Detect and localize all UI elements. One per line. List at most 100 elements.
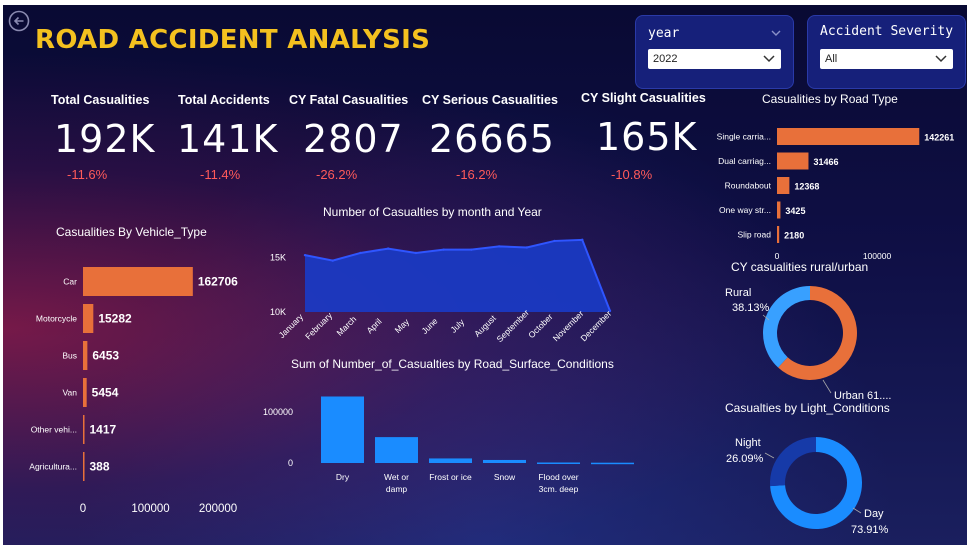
data-label: 388 [90,460,110,474]
category-label: Roundabout [725,181,772,191]
leader-line [822,379,832,394]
kpi-slight-value: 165K [596,115,698,159]
severity-slicer-label: Accident Severity [820,24,954,39]
tick-label: 0 [288,458,293,468]
bar [777,226,780,243]
data-point [442,248,445,251]
kpi-fatal-value: 2807 [303,117,404,161]
road-type-chart-title: Casualities by Road Type [762,92,898,106]
tick-label: 200000 [199,503,237,515]
data-label: Night [735,437,761,449]
tick-label: June [419,316,439,336]
tick-label: Wet or [384,472,409,482]
data-point [331,259,334,262]
bar [777,128,920,145]
data-point [414,251,418,255]
chevron-down-icon[interactable] [771,28,781,38]
back-arrow-icon[interactable] [8,10,30,32]
year-slicer-label: year [648,26,680,41]
data-label: 38.13% [732,302,770,314]
bar [83,452,85,481]
severity-dropdown[interactable]: All [820,49,953,69]
light-conditions-chart-title: Casualties by Light_Conditions [725,401,890,415]
kpi-serious-label: CY Serious Casualities [422,93,558,107]
kpi-fatal-label: CY Fatal Casualities [289,93,409,107]
kpi-total-accidents-value: 141K [177,117,279,161]
category-label: Single carria... [717,132,771,142]
tick-label: December [578,308,613,343]
data-point [303,253,307,257]
bar [777,201,781,219]
tick-label: Flood over [538,472,578,482]
dashboard-canvas: ROAD ACCIDENT ANALYSIS year 2022 Acciden… [3,5,967,545]
data-label: 162706 [198,275,238,289]
category-label: Motorcycle [36,314,77,324]
bar [537,462,580,464]
category-label: Car [63,277,77,287]
data-point [497,245,501,248]
tick-label: Dry [336,472,350,482]
year-slicer[interactable]: year 2022 [635,15,794,89]
kpi-total-accidents-change: -11.4% [200,167,241,182]
tick-label: 100000 [263,407,293,417]
tick-label: 3cm. deep [539,484,579,494]
data-label: 15282 [98,312,132,326]
leader-line [764,452,775,459]
rural-urban-donut: Rural 38.13% Urban 61.... [725,286,891,402]
data-point [553,239,556,243]
data-label: 73.91% [851,524,889,536]
tick-label: February [303,310,335,342]
leader-line [852,507,862,514]
data-point [470,248,473,251]
tick-label: 100000 [863,251,892,261]
bar [83,304,94,333]
tick-label: Snow [494,472,516,482]
pie-slice [770,437,816,487]
chevron-down-icon [763,55,775,63]
bar [321,396,364,463]
bar [591,462,634,465]
light-conditions-donut: Night 26.09% Day 73.91% [726,437,889,536]
bar [483,459,526,463]
tick-label: May [393,316,412,335]
kpi-fatal-change: -26.2% [316,167,358,182]
page-title: ROAD ACCIDENT ANALYSIS [35,25,431,55]
surface-conditions-chart: Dry Wet or damp Frost or ice Snow Flood over 3… [263,396,634,494]
bar [375,437,418,463]
data-label: Rural [725,287,751,299]
kpi-serious-value: 26665 [429,117,555,161]
tick-label: 10K [270,307,286,317]
data-label: 31466 [813,157,838,167]
bar [83,267,193,296]
kpi-total-accidents-label: Total Accidents [178,93,270,107]
pie-slice [763,286,810,368]
accident-severity-slicer[interactable]: Accident Severity All [807,15,966,89]
data-label: 26.09% [726,453,764,465]
tick-label: 0 [775,251,780,261]
tick-label: 0 [80,503,86,515]
data-label: 5454 [92,386,119,400]
road-type-chart: Single carria... 142261 Dual carriag... 314… [717,128,954,261]
bar [429,458,472,463]
chevron-down-icon [935,55,947,63]
bar [777,152,809,170]
data-point [581,238,584,242]
year-dropdown-value: 2022 [653,53,678,65]
year-dropdown[interactable]: 2022 [648,49,781,69]
data-point [386,247,390,250]
kpi-total-casualties-change: -11.6% [67,167,108,182]
category-label: Dual carriag... [718,156,771,166]
bar [83,378,87,407]
category-label: Other vehi... [31,425,77,435]
rural-urban-chart-title: CY casualities rural/urban [731,260,869,274]
data-label: 1417 [90,423,117,437]
tick-label: July [448,316,466,334]
severity-dropdown-value: All [825,53,838,65]
kpi-total-casualties-label: Total Casualities [51,93,150,107]
category-label: Slip road [737,230,771,240]
surface-chart-title: Sum of Number_of_Casualties by Road_Surf… [291,357,614,371]
kpi-slight-label: CY Slight Casualities [581,91,706,105]
category-label: Bus [62,351,77,361]
tick-label: Frost or ice [429,472,472,482]
bar [777,177,790,194]
